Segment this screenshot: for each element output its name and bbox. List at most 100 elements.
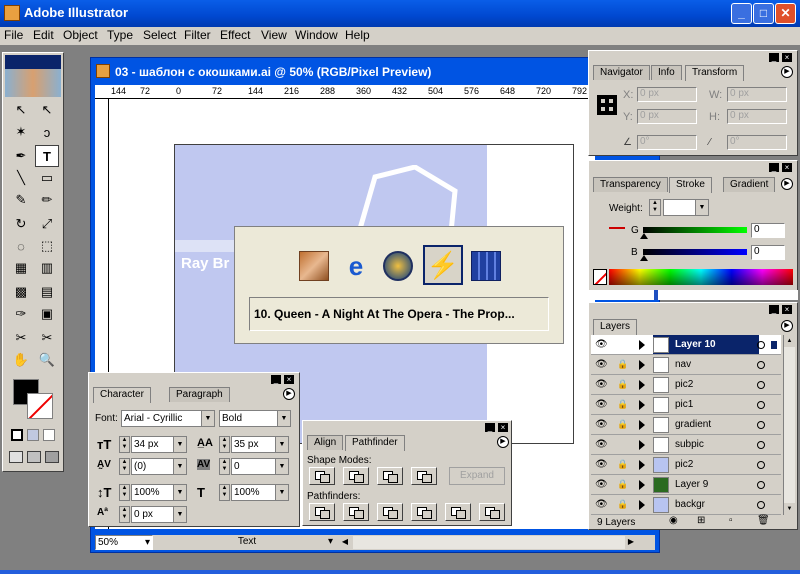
expand-icon[interactable] [639,440,645,450]
weight-spinner[interactable]: ▲ ▼ [649,199,661,216]
menu-object[interactable]: Object [63,28,98,42]
tab-stroke[interactable]: Stroke [669,177,712,193]
h-field[interactable]: 0 px [727,109,787,124]
tab-paragraph[interactable]: Paragraph [169,387,230,402]
minimize-icon[interactable]: _ [769,53,779,62]
tracking-spinner[interactable]: ▲ ▼ [219,458,230,475]
expand-button[interactable]: Expand [449,467,505,485]
menu-select[interactable]: Select [143,28,176,42]
minus-back-button[interactable] [479,503,505,521]
minimize-icon[interactable]: _ [485,423,495,432]
lock-icon[interactable]: 🔒 [617,499,628,511]
layer-row[interactable]: 👁 🔒 gradient [591,415,781,435]
panel-menu-icon[interactable]: ▶ [497,436,509,448]
tab-info[interactable]: Info [651,65,682,80]
menu-window[interactable]: Window [295,28,338,42]
magic-wand-tool[interactable]: ✶ [9,121,33,143]
screen-mode-button-1[interactable] [9,451,23,463]
new-sublayer-icon[interactable]: ⊞ [697,515,705,526]
baseline-shift-field[interactable]: 0 px ▼ [131,506,187,523]
maximize-button[interactable]: □ [753,3,774,24]
rotate-tool[interactable]: ↻ [9,213,33,235]
font-family-dropdown[interactable]: Arial - Cyrillic ▼ [121,410,215,427]
gradient-mode-button[interactable] [27,429,39,441]
internet-explorer-icon[interactable]: e [341,251,371,281]
menu-type[interactable]: Type [107,28,133,42]
subtract-from-shape-button[interactable] [343,467,369,485]
menu-effect[interactable]: Effect [220,28,250,42]
horizontal-scale-field[interactable]: 100% ▼ [231,484,289,501]
lock-icon[interactable]: 🔒 [617,479,628,491]
paintbrush-tool[interactable]: ✎ [9,189,33,211]
lock-icon[interactable]: 🔒 [617,399,628,411]
minimize-icon[interactable]: _ [769,305,779,314]
hand-tool[interactable]: ✋ [9,349,33,371]
lasso-tool[interactable]: ↄ [35,121,59,143]
stroke-swatch[interactable] [27,393,53,419]
expand-icon[interactable] [639,380,645,390]
scissors-tool[interactable]: ✂ [35,327,59,349]
layer-row[interactable]: 👁 🔒 nav [591,355,781,375]
lock-icon[interactable]: 🔒 [617,459,628,471]
tab-character[interactable]: Character [93,387,151,403]
close-icon[interactable]: × [782,305,792,314]
selection-tool[interactable]: ↖ [9,99,33,121]
tab-layers[interactable]: Layers [593,319,638,335]
exclude-overlap-button[interactable] [411,467,437,485]
books-icon[interactable] [471,251,501,281]
tab-transparency[interactable]: Transparency [593,177,668,192]
color-mode-button[interactable] [11,429,23,441]
eye-icon[interactable]: 👁 [595,479,609,491]
tab-pathfinder[interactable]: Pathfinder [345,435,405,451]
status-field[interactable]: Text ▾ [157,535,337,550]
baseline-shift-spinner[interactable]: ▲ ▼ [119,506,130,523]
close-icon[interactable]: × [782,53,792,62]
scroll-right-arrow[interactable]: ▶ [625,535,637,550]
leading-spinner[interactable]: ▲ ▼ [219,436,230,453]
delete-layer-icon[interactable]: 🗑 [757,515,770,526]
column-graph-tool[interactable]: ▥ [35,257,59,279]
vertical-scale-spinner[interactable]: ▲ ▼ [119,484,130,501]
shear-field[interactable]: 0° [727,135,787,150]
g-field[interactable]: 0 [751,223,785,238]
eye-icon[interactable]: 👁 [595,339,609,351]
lock-icon[interactable]: 🔒 [617,419,628,431]
tracking-field[interactable]: 0 ▼ [231,458,289,475]
menu-view[interactable]: View [261,28,287,42]
gradient-tool[interactable]: ▤ [35,281,59,303]
new-layer-icon[interactable]: ▫ [729,515,733,526]
divide-button[interactable] [309,503,335,521]
pen-tool[interactable]: ✒ [9,145,33,167]
direct-selection-tool[interactable]: ↖ [35,99,59,121]
none-swatch[interactable] [593,269,607,285]
menu-filter[interactable]: Filter [184,28,211,42]
scale-tool[interactable]: ⤢ [35,213,59,235]
panel-menu-icon[interactable]: ▶ [781,66,793,78]
font-size-field[interactable]: 34 px ▼ [131,436,187,453]
layers-scrollbar[interactable]: ▲ ▼ [783,335,795,515]
expand-icon[interactable] [639,480,645,490]
scroll-left-arrow[interactable]: ◀ [339,535,351,550]
menu-file[interactable]: File [4,28,23,42]
crop-button[interactable] [411,503,437,521]
target-icon[interactable] [757,361,765,369]
target-icon[interactable] [757,461,765,469]
venus-icon[interactable] [299,251,329,281]
layer-row[interactable]: 👁 subpic [591,435,781,455]
winamp-icon[interactable]: ⚡ [423,245,463,285]
screen-mode-button-2[interactable] [27,451,41,463]
vertical-scale-field[interactable]: 100% ▼ [131,484,187,501]
b-field[interactable]: 0 [751,245,785,260]
close-button[interactable]: ✕ [775,3,796,24]
layer-row[interactable]: 👁 Layer 10 [591,335,781,355]
expand-icon[interactable] [639,400,645,410]
eye-icon[interactable]: 👁 [595,439,609,451]
font-size-spinner[interactable]: ▲ ▼ [119,436,130,453]
w-field[interactable]: 0 px [727,87,787,102]
none-mode-button[interactable] [43,429,55,441]
target-icon[interactable] [757,501,765,509]
tab-transform[interactable]: Transform [685,65,745,81]
outline-button[interactable] [445,503,471,521]
target-icon[interactable] [757,441,765,449]
minimize-icon[interactable]: _ [271,375,281,384]
